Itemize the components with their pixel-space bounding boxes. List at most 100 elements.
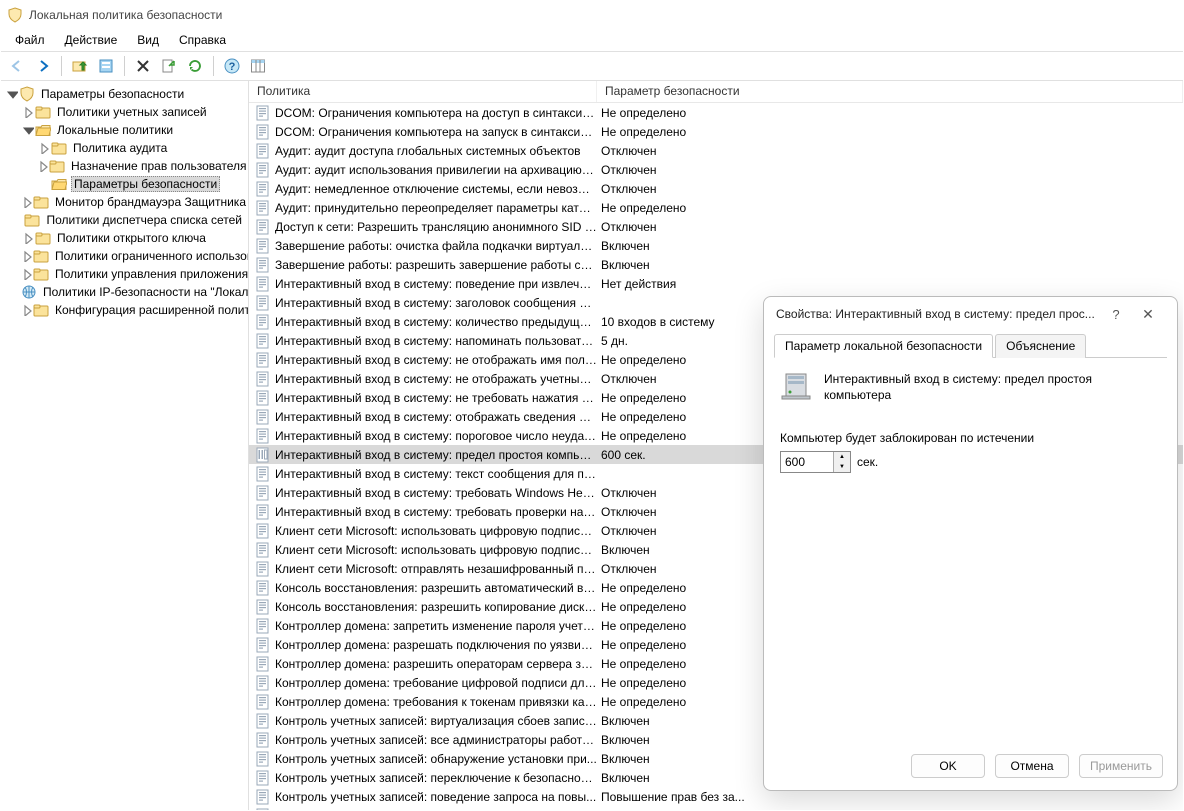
- toolbar-columns-button[interactable]: [246, 54, 270, 78]
- expand-icon[interactable]: [21, 231, 35, 245]
- column-header-setting[interactable]: Параметр безопасности: [597, 81, 1183, 102]
- tree-item-software-restriction[interactable]: Политики ограниченного использования про…: [1, 247, 248, 265]
- tab-local-security[interactable]: Параметр локальной безопасности: [774, 334, 993, 358]
- tree-item-ipsec[interactable]: Политики IP-безопасности на "Локальный к…: [1, 283, 248, 301]
- tree-item-firewall[interactable]: Монитор брандмауэра Защитника Windows: [1, 193, 248, 211]
- menu-file[interactable]: Файл: [5, 31, 55, 49]
- timeout-input[interactable]: [781, 452, 833, 472]
- policy-name: Интерактивный вход в систему: заголовок …: [275, 296, 597, 310]
- policy-row[interactable]: Завершение работы: очистка файла подкачк…: [249, 236, 1183, 255]
- policy-value: Нет действия: [597, 277, 1183, 291]
- folder-icon: [35, 104, 51, 120]
- policy-name: Аудит: немедленное отключение системы, е…: [275, 182, 597, 196]
- list-header: Политика Параметр безопасности: [249, 81, 1183, 103]
- toolbar-back-button[interactable]: [5, 54, 29, 78]
- policy-row[interactable]: Завершение работы: разрешить завершение …: [249, 255, 1183, 274]
- toolbar-forward-button[interactable]: [31, 54, 55, 78]
- policy-name: Интерактивный вход в систему: не отображ…: [275, 372, 597, 386]
- policy-icon: [255, 561, 271, 577]
- toolbar-properties-button[interactable]: [94, 54, 118, 78]
- policy-row[interactable]: DCOM: Ограничения компьютера на доступ в…: [249, 103, 1183, 122]
- expand-icon[interactable]: [37, 159, 49, 173]
- policy-icon: [255, 219, 271, 235]
- ok-button[interactable]: OK: [911, 754, 985, 778]
- tree-item-audit-policy[interactable]: Политика аудита: [1, 139, 248, 157]
- folder-icon: [24, 212, 40, 228]
- spin-up-button[interactable]: ▲: [834, 452, 850, 462]
- help-button[interactable]: ?: [1101, 307, 1131, 322]
- expand-icon[interactable]: [21, 267, 33, 281]
- apply-button[interactable]: Применить: [1079, 754, 1163, 778]
- policy-icon: [255, 523, 271, 539]
- toolbar-refresh-button[interactable]: [183, 54, 207, 78]
- tree-label: Параметры безопасности: [39, 87, 186, 101]
- policy-row[interactable]: DCOM: Ограничения компьютера на запуск в…: [249, 122, 1183, 141]
- policy-icon: [255, 276, 271, 292]
- separator: [124, 56, 125, 76]
- folder-icon: [33, 248, 49, 264]
- tree-label: Монитор брандмауэра Защитника Windows: [53, 195, 249, 209]
- expand-icon[interactable]: [21, 303, 33, 317]
- menu-help[interactable]: Справка: [169, 31, 236, 49]
- policy-name-label: Интерактивный вход в систему: предел про…: [824, 370, 1161, 403]
- expand-icon[interactable]: [21, 105, 35, 119]
- policy-row[interactable]: Аудит: принудительно переопределяет пара…: [249, 198, 1183, 217]
- policy-row[interactable]: Интерактивный вход в систему: поведение …: [249, 274, 1183, 293]
- menu-action[interactable]: Действие: [55, 31, 128, 49]
- expand-icon[interactable]: [5, 87, 19, 101]
- policy-value: Включен: [597, 239, 1183, 253]
- column-header-policy[interactable]: Политика: [249, 81, 597, 102]
- cancel-button[interactable]: Отмена: [995, 754, 1069, 778]
- tree-root[interactable]: Параметры безопасности: [1, 85, 248, 103]
- tree-item-user-rights[interactable]: Назначение прав пользователя: [1, 157, 248, 175]
- policy-name: Завершение работы: очистка файла подкачк…: [275, 239, 597, 253]
- policy-icon: [255, 124, 271, 140]
- spin-down-button[interactable]: ▼: [834, 462, 850, 472]
- folder-open-icon: [35, 122, 51, 138]
- tree-item-app-control[interactable]: Политики управления приложениями: [1, 265, 248, 283]
- policy-name: Контроллер домена: требование цифровой п…: [275, 676, 597, 690]
- folder-icon: [49, 158, 65, 174]
- close-button[interactable]: ✕: [1131, 306, 1165, 323]
- policy-icon: [255, 751, 271, 767]
- policy-icon: [255, 352, 271, 368]
- policy-icon: [255, 181, 271, 197]
- toolbar-delete-button[interactable]: [131, 54, 155, 78]
- tab-explain[interactable]: Объяснение: [995, 334, 1086, 358]
- policy-icon: [255, 238, 271, 254]
- toolbar: [1, 51, 1183, 81]
- menu-view[interactable]: Вид: [127, 31, 169, 49]
- policy-name: Контроллер домена: запретить изменение п…: [275, 619, 597, 633]
- policy-name: Аудит: аудит доступа глобальных системны…: [275, 144, 581, 158]
- policy-icon: [255, 637, 271, 653]
- tree-item-network-list[interactable]: Политики диспетчера списка сетей: [1, 211, 248, 229]
- policy-name: Консоль восстановления: разрешить копиро…: [275, 600, 597, 614]
- policy-row[interactable]: Аудит: аудит доступа глобальных системны…: [249, 141, 1183, 160]
- policy-value: Отключен: [597, 163, 1183, 177]
- toolbar-export-button[interactable]: [157, 54, 181, 78]
- tree-item-security-options[interactable]: Параметры безопасности: [1, 175, 248, 193]
- tree-label: Назначение прав пользователя: [69, 159, 249, 173]
- policy-name: Аудит: аудит использования привилегии на…: [275, 163, 597, 177]
- policy-row[interactable]: Доступ к сети: Разрешить трансляцию анон…: [249, 217, 1183, 236]
- policy-row[interactable]: Аудит: аудит использования привилегии на…: [249, 160, 1183, 179]
- tree-item-public-key[interactable]: Политики открытого ключа: [1, 229, 248, 247]
- expand-icon[interactable]: [21, 195, 33, 209]
- tree-label: Политики учетных записей: [55, 105, 209, 119]
- policy-row[interactable]: Аудит: немедленное отключение системы, е…: [249, 179, 1183, 198]
- tree-item-account-policies[interactable]: Политики учетных записей: [1, 103, 248, 121]
- folder-open-icon: [51, 176, 67, 192]
- policy-row[interactable]: Контроль учетных записей: ...: [249, 806, 1183, 811]
- toolbar-up-button[interactable]: [68, 54, 92, 78]
- expand-icon[interactable]: [37, 141, 51, 155]
- toolbar-help-button[interactable]: [220, 54, 244, 78]
- policy-icon: [255, 732, 271, 748]
- policy-icon: [255, 599, 271, 615]
- timeout-spinner[interactable]: ▲ ▼: [780, 451, 851, 473]
- tree-item-advanced-audit[interactable]: Конфигурация расширенной политики аудита: [1, 301, 248, 319]
- tree-item-local-policies[interactable]: Локальные политики: [1, 121, 248, 139]
- policy-value: Не определено: [597, 201, 1183, 215]
- tree-label: Параметры безопасности: [71, 176, 220, 192]
- expand-icon[interactable]: [21, 249, 33, 263]
- collapse-icon[interactable]: [21, 123, 35, 137]
